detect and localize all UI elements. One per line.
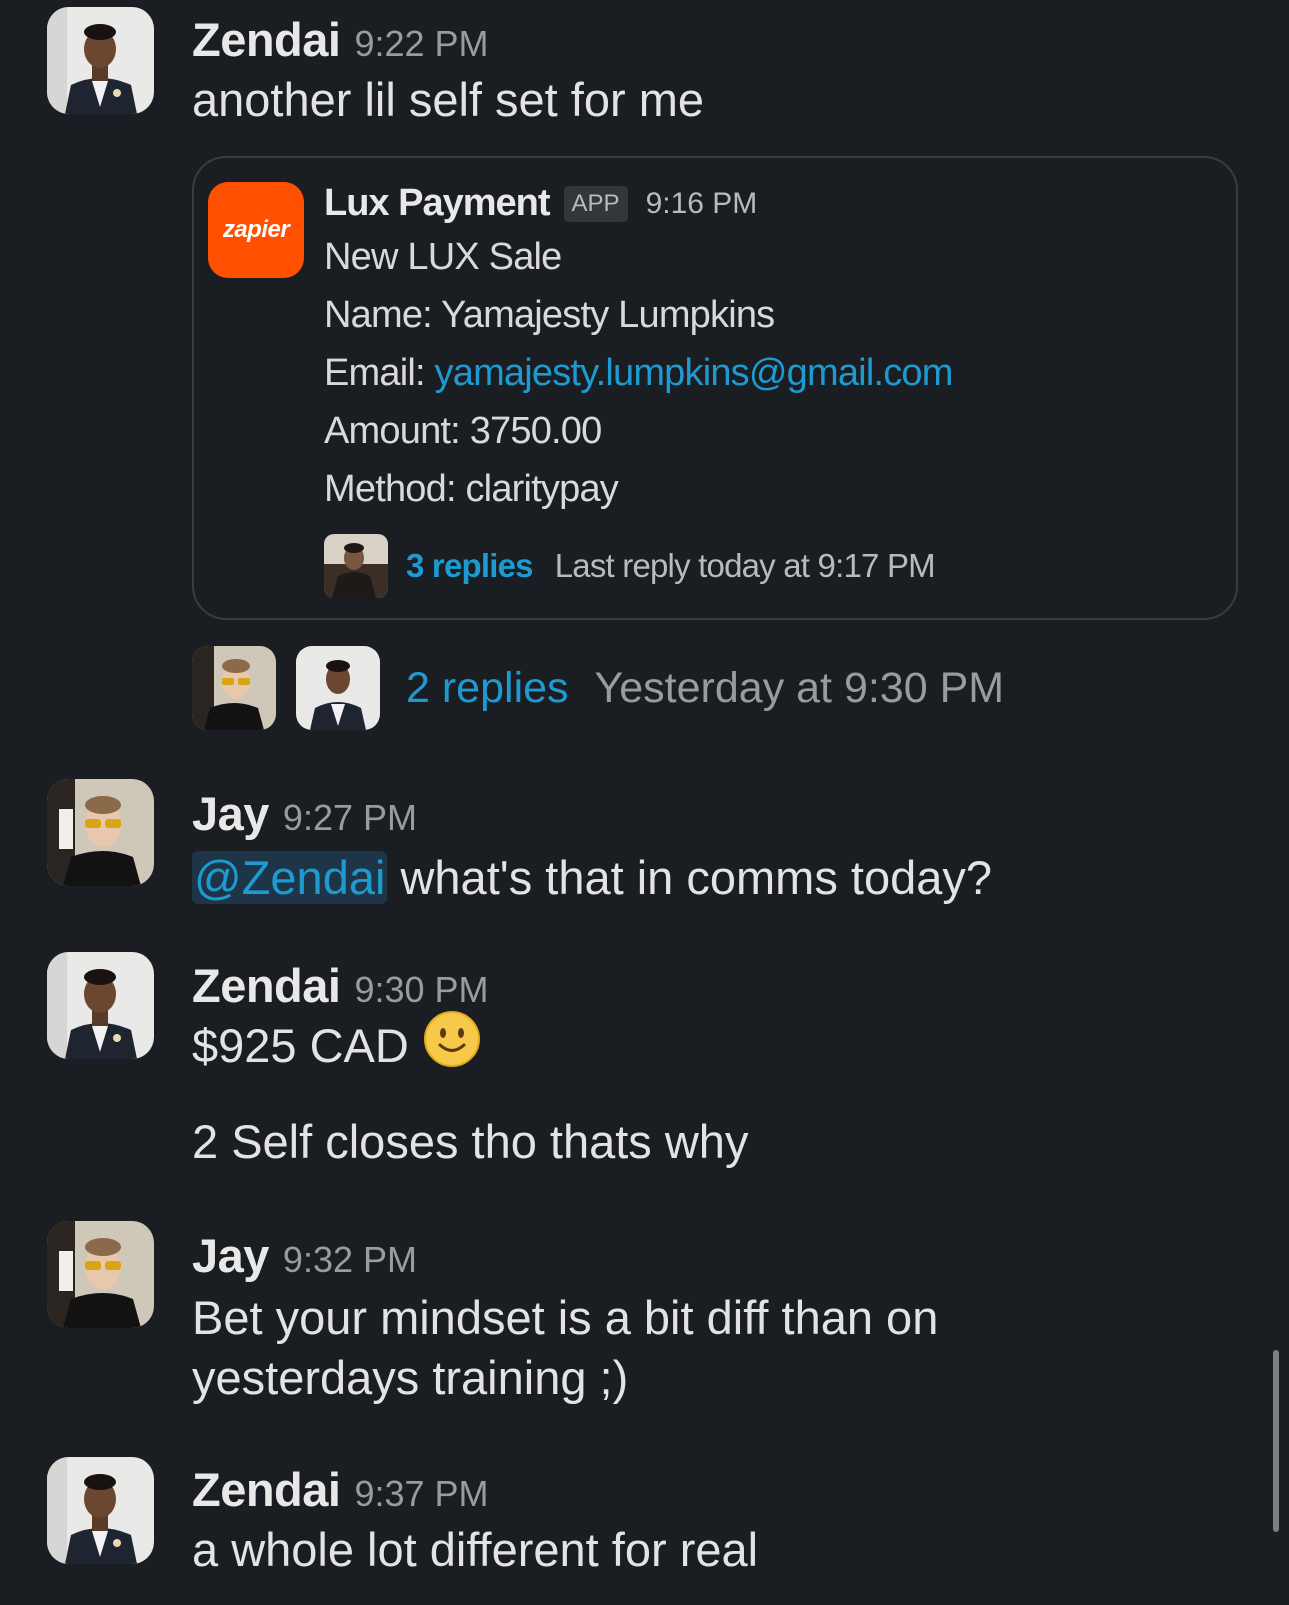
amount-value: 3750.00 <box>469 410 603 452</box>
message-timestamp[interactable]: 9:37 PM <box>354 1473 488 1515</box>
message-text-line2: yesterdays training ;) <box>192 1351 629 1404</box>
name-value: Yamajesty Lumpkins <box>441 294 775 336</box>
attachment-timestamp[interactable]: 9:16 PM <box>646 187 758 221</box>
attachment-replies-link[interactable]: 3 replies <box>406 547 534 585</box>
sale-amount-row: Amount: 3750.00 <box>324 410 603 453</box>
jay-avatar-icon[interactable] <box>47 779 154 886</box>
message-timestamp[interactable]: 9:22 PM <box>354 23 488 65</box>
amount-label: Amount: <box>324 410 461 452</box>
message-text: another lil self set for me <box>192 73 704 126</box>
slightly-smiling-face-icon <box>423 1010 481 1082</box>
replier-avatar-icon <box>324 534 388 598</box>
sale-email-row: Email: yamajesty.lumpkins@gmail.com <box>324 352 953 395</box>
zendai-avatar-icon[interactable] <box>47 952 154 1059</box>
sender-name[interactable]: Jay <box>192 1228 269 1283</box>
jay-avatar-icon[interactable] <box>47 1221 154 1328</box>
message-timestamp[interactable]: 9:30 PM <box>354 969 488 1011</box>
thread-last-reply: Yesterday at 9:30 PM <box>594 663 1005 712</box>
message-body: $925 CAD <box>192 1019 409 1072</box>
message-timestamp[interactable]: 9:32 PM <box>283 1239 417 1281</box>
message-text-line2: 2 Self closes tho thats why <box>192 1115 749 1168</box>
attachment-thread-summary[interactable]: 3 replies Last reply today at 9:17 PM <box>324 534 936 598</box>
method-value: claritypay <box>465 468 618 510</box>
sender-name[interactable]: Zendai <box>192 1462 341 1517</box>
zapier-logo-icon[interactable]: zapier <box>208 182 304 278</box>
app-badge: APP <box>563 185 628 222</box>
app-name[interactable]: Lux Payment <box>324 182 551 225</box>
sender-name[interactable]: Jay <box>192 786 269 841</box>
sender-name[interactable]: Zendai <box>192 958 341 1013</box>
scrollbar[interactable] <box>1273 1350 1279 1532</box>
message-text: a whole lot different for real <box>192 1523 759 1576</box>
sale-name-row: Name: Yamajesty Lumpkins <box>324 294 775 337</box>
name-label: Name: <box>324 294 433 336</box>
sender-name[interactable]: Zendai <box>192 12 341 67</box>
sale-heading: New LUX Sale <box>324 236 562 278</box>
zendai-avatar-icon[interactable] <box>47 7 154 114</box>
attachment-last-reply: Last reply today at 9:17 PM <box>554 547 936 584</box>
message-text: @Zendai what's that in comms today? <box>192 848 992 908</box>
jay-avatar-icon <box>192 646 276 730</box>
thread-replies-link[interactable]: 2 replies <box>406 664 569 713</box>
zendai-avatar-icon[interactable] <box>47 1457 154 1564</box>
user-mention[interactable]: @Zendai <box>192 851 388 904</box>
message-timestamp[interactable]: 9:27 PM <box>283 797 417 839</box>
thread-summary[interactable]: 2 replies Yesterday at 9:30 PM <box>192 646 1004 730</box>
message-text: Bet your mindset is a bit diff than on <box>192 1291 939 1344</box>
method-label: Method: <box>324 468 457 510</box>
message-text: $925 CAD <box>192 1010 481 1082</box>
zendai-avatar-icon <box>296 646 380 730</box>
app-attachment-card: zapier Lux Payment APP 9:16 PM New LUX S… <box>192 156 1238 620</box>
sale-method-row: Method: claritypay <box>324 468 619 511</box>
message-body: what's that in comms today? <box>387 851 992 904</box>
email-label: Email: <box>324 352 426 394</box>
zapier-logo-text: zapier <box>222 216 290 243</box>
email-link[interactable]: yamajesty.lumpkins@gmail.com <box>435 352 954 394</box>
